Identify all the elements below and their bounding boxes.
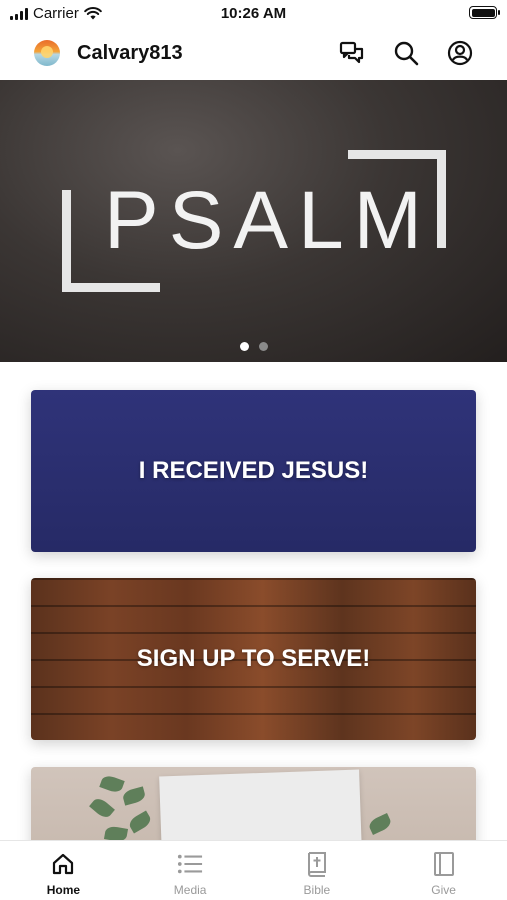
leaf-decoration — [89, 795, 115, 821]
tab-home[interactable]: Home — [0, 841, 127, 900]
tab-give[interactable]: Give — [380, 841, 507, 900]
received-jesus-card[interactable]: I RECEIVED JESUS! — [31, 390, 476, 552]
app-title: Calvary813 — [77, 42, 183, 64]
hero-carousel[interactable]: PSALM — [0, 80, 507, 362]
tab-label: Home — [46, 883, 81, 897]
card-label: SIGN UP TO SERVE! — [136, 645, 371, 672]
carousel-dot-1[interactable] — [239, 342, 249, 351]
search-icon[interactable] — [392, 39, 420, 67]
list-icon — [177, 851, 203, 877]
leaf-decoration — [126, 810, 154, 834]
leaf-decoration — [99, 773, 125, 795]
tab-label: Give — [431, 883, 456, 897]
app-header: Calvary813 — [0, 28, 507, 78]
home-icon — [50, 851, 76, 877]
app-logo — [34, 40, 60, 66]
battery-icon — [469, 6, 500, 19]
carousel-dot-2[interactable] — [258, 342, 268, 351]
status-bar: Carrier 10:26 AM — [0, 0, 507, 28]
bible-icon — [304, 851, 330, 877]
status-time: 10:26 AM — [220, 5, 287, 22]
carousel-dots — [0, 342, 507, 351]
chat-icon[interactable] — [338, 39, 366, 67]
tab-bible[interactable]: Bible — [254, 841, 381, 900]
book-icon — [431, 851, 457, 877]
leaf-decoration — [121, 786, 147, 806]
sign-up-to-serve-card[interactable]: SIGN UP TO SERVE! — [31, 578, 476, 740]
tab-bar: Home Media Bible Give — [0, 840, 507, 900]
card-label: I RECEIVED JESUS! — [138, 457, 369, 484]
tab-media[interactable]: Media — [127, 841, 254, 900]
hero-title: PSALM — [104, 175, 432, 266]
profile-icon[interactable] — [446, 39, 474, 67]
leaf-decoration — [367, 813, 393, 835]
tab-label: Bible — [303, 883, 331, 897]
tab-label: Media — [173, 883, 207, 897]
